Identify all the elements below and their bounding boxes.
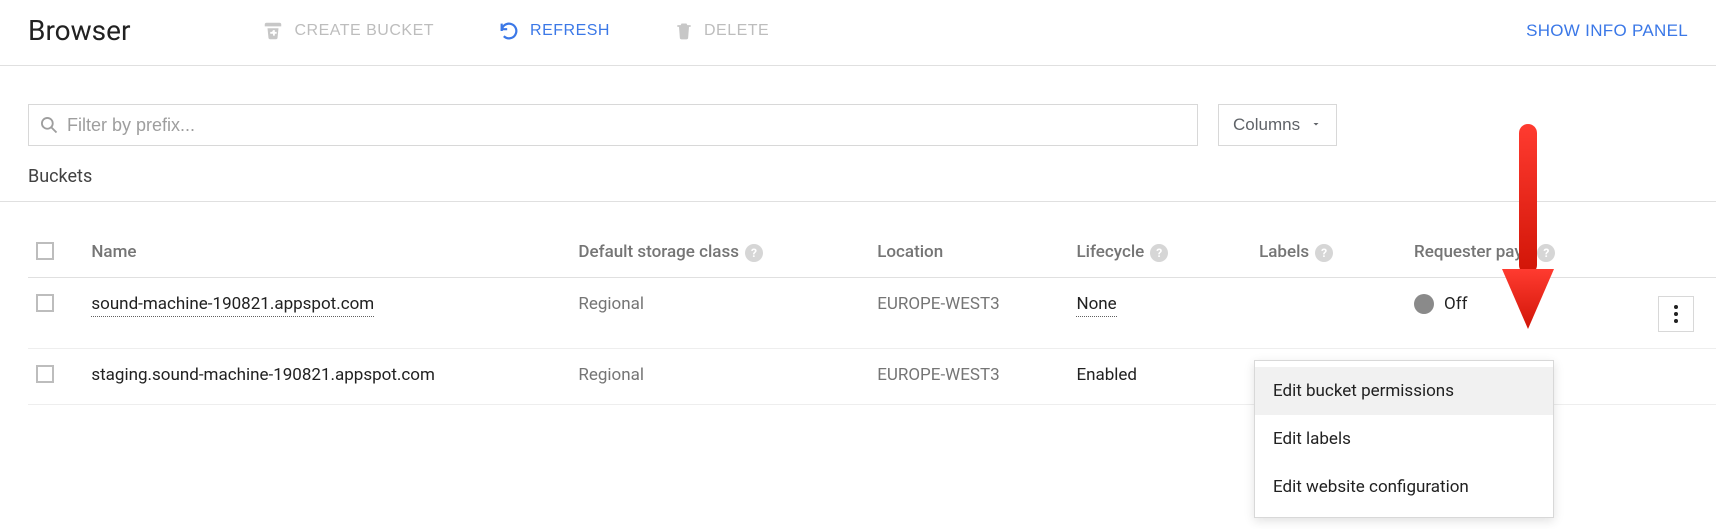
- filter-row: Columns: [0, 66, 1716, 146]
- menu-item-edit-permissions[interactable]: Edit bucket permissions: [1255, 367, 1553, 415]
- help-icon[interactable]: ?: [1537, 244, 1555, 262]
- status-dot-icon: [1414, 294, 1434, 314]
- add-bucket-icon: [262, 20, 284, 42]
- col-lifecycle: Lifecycle: [1076, 242, 1144, 262]
- col-labels: Labels: [1259, 242, 1309, 262]
- refresh-icon: [498, 20, 520, 42]
- row-checkbox[interactable]: [36, 365, 54, 383]
- refresh-label: REFRESH: [530, 22, 610, 40]
- filter-input[interactable]: [67, 115, 1187, 136]
- trash-icon: [674, 20, 694, 42]
- bucket-name-link[interactable]: staging.sound-machine-190821.appspot.com: [91, 365, 435, 385]
- delete-label: DELETE: [704, 22, 769, 40]
- location-value: EUROPE-WEST3: [877, 294, 999, 314]
- table-row: sound-machine-190821.appspot.com Regiona…: [28, 278, 1716, 349]
- col-location: Location: [877, 242, 943, 262]
- storage-class-value: Regional: [578, 365, 644, 385]
- caret-down-icon: [1310, 115, 1322, 135]
- search-icon: [39, 115, 59, 135]
- table-header-row: Name Default storage class? Location Lif…: [28, 202, 1716, 278]
- refresh-button[interactable]: REFRESH: [496, 16, 612, 46]
- select-all-checkbox[interactable]: [36, 242, 54, 260]
- help-icon[interactable]: ?: [745, 244, 763, 262]
- lifecycle-link[interactable]: None: [1076, 294, 1116, 317]
- help-icon[interactable]: ?: [1150, 244, 1168, 262]
- menu-item-edit-website-config[interactable]: Edit website configuration: [1255, 463, 1553, 511]
- location-value: EUROPE-WEST3: [877, 365, 999, 385]
- requester-pays-toggle[interactable]: Off: [1414, 294, 1642, 314]
- col-name: Name: [91, 242, 136, 262]
- col-storage-class: Default storage class: [578, 242, 739, 262]
- help-icon[interactable]: ?: [1315, 244, 1333, 262]
- create-bucket-button[interactable]: CREATE BUCKET: [260, 16, 436, 46]
- row-checkbox[interactable]: [36, 294, 54, 312]
- lifecycle-link[interactable]: Enabled: [1076, 365, 1137, 385]
- top-bar: Browser CREATE BUCKET REFRESH DELETE SHO…: [0, 0, 1716, 66]
- delete-button[interactable]: DELETE: [672, 16, 771, 46]
- row-context-menu: Edit bucket permissions Edit labels Edit…: [1254, 360, 1554, 518]
- section-heading: Buckets: [0, 146, 1716, 202]
- bucket-name-link[interactable]: sound-machine-190821.appspot.com: [91, 294, 374, 317]
- filter-box[interactable]: [28, 104, 1198, 146]
- col-requester-pays: Requester pays: [1414, 242, 1531, 262]
- row-actions-button[interactable]: [1658, 296, 1694, 332]
- page-title: Browser: [28, 14, 130, 47]
- show-info-panel-button[interactable]: SHOW INFO PANEL: [1526, 21, 1688, 41]
- requester-pays-value: Off: [1444, 294, 1468, 314]
- menu-item-edit-labels[interactable]: Edit labels: [1255, 415, 1553, 463]
- storage-class-value: Regional: [578, 294, 644, 314]
- columns-dropdown[interactable]: Columns: [1218, 104, 1337, 146]
- create-bucket-label: CREATE BUCKET: [294, 22, 434, 40]
- columns-label: Columns: [1233, 115, 1300, 135]
